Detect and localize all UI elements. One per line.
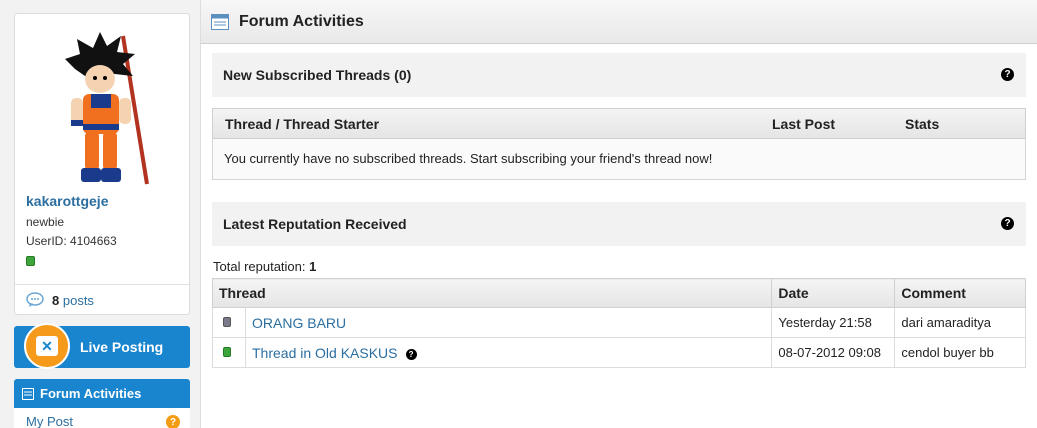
posts-label: posts xyxy=(62,292,94,308)
list-icon xyxy=(211,13,229,30)
chat-bubble-icon xyxy=(26,292,44,307)
status-icon xyxy=(223,317,231,327)
page-title: Forum Activities xyxy=(239,12,364,30)
table-row: Thread in Old KASKUS? 08-07-2012 09:08 c… xyxy=(212,337,1026,368)
subscribed-threads-heading: New Subscribed Threads (0) ? xyxy=(212,53,1026,97)
reputation-heading: Latest Reputation Received ? xyxy=(212,202,1026,246)
date-cell: 08-07-2012 09:08 xyxy=(771,337,896,368)
reputation-title: Latest Reputation Received xyxy=(223,216,407,232)
help-icon[interactable]: ? xyxy=(405,348,417,360)
column-header: Last Post xyxy=(772,116,836,132)
list-icon xyxy=(22,387,34,400)
help-icon[interactable]: ? xyxy=(1001,217,1014,230)
column-header: Stats xyxy=(905,116,940,132)
empty-message: You currently have no subscribed threads… xyxy=(212,139,1026,180)
column-header: Comment xyxy=(894,278,1026,308)
username[interactable]: kakarottgeje xyxy=(26,193,108,209)
page-header: Forum Activities xyxy=(201,0,1037,44)
post-count: 8 xyxy=(52,292,60,308)
total-reputation-label: Total reputation: xyxy=(213,259,306,274)
subscribed-threads-title: New Subscribed Threads (0) xyxy=(223,67,412,83)
sidebar-item-forum-activities[interactable]: Forum Activities xyxy=(14,379,190,408)
column-header: Date xyxy=(771,278,896,308)
comment-cell: cendol buyer bb xyxy=(894,337,1026,368)
column-header: Thread / Thread Starter xyxy=(225,116,380,132)
sidebar-item-my-post[interactable]: My Post ? xyxy=(14,408,190,428)
reputation-table: Thread Date Comment ORANG BARU Yesterday… xyxy=(211,278,1026,368)
comment-cell: dari amaraditya xyxy=(894,307,1026,338)
my-post-label: My Post xyxy=(26,414,73,428)
sidebar: kakarottgeje newbie UserID: 4104663 8 po… xyxy=(0,0,201,428)
table-row: ORANG BARU Yesterday 21:58 dari amaradit… xyxy=(212,307,1026,338)
date-cell: Yesterday 21:58 xyxy=(771,307,896,338)
online-status-icon xyxy=(26,256,35,266)
forum-activities-label: Forum Activities xyxy=(40,386,142,401)
user-rank: newbie xyxy=(26,215,65,229)
posts-link[interactable]: 8 posts xyxy=(26,290,94,310)
subscribed-table-header: Thread / Thread Starter Last Post Stats xyxy=(212,108,1026,139)
help-icon[interactable]: ? xyxy=(166,415,180,428)
total-reputation: Total reputation: 1 xyxy=(213,259,316,274)
thread-link[interactable]: Thread in Old KASKUS xyxy=(252,345,398,361)
user-id: UserID: 4104663 xyxy=(26,234,117,248)
thread-link[interactable]: ORANG BARU xyxy=(252,315,346,331)
live-posting-button[interactable]: ✕ Live Posting xyxy=(14,323,190,369)
status-icon xyxy=(223,347,231,357)
help-icon[interactable]: ? xyxy=(1001,68,1014,81)
divider xyxy=(15,284,189,285)
profile-card: kakarottgeje newbie UserID: 4104663 8 po… xyxy=(14,13,190,315)
column-header: Thread xyxy=(211,278,773,308)
total-reputation-value: 1 xyxy=(309,259,317,274)
live-posting-label: Live Posting xyxy=(80,339,164,355)
avatar[interactable] xyxy=(55,24,155,194)
kaskus-logo-icon: ✕ xyxy=(24,323,70,369)
